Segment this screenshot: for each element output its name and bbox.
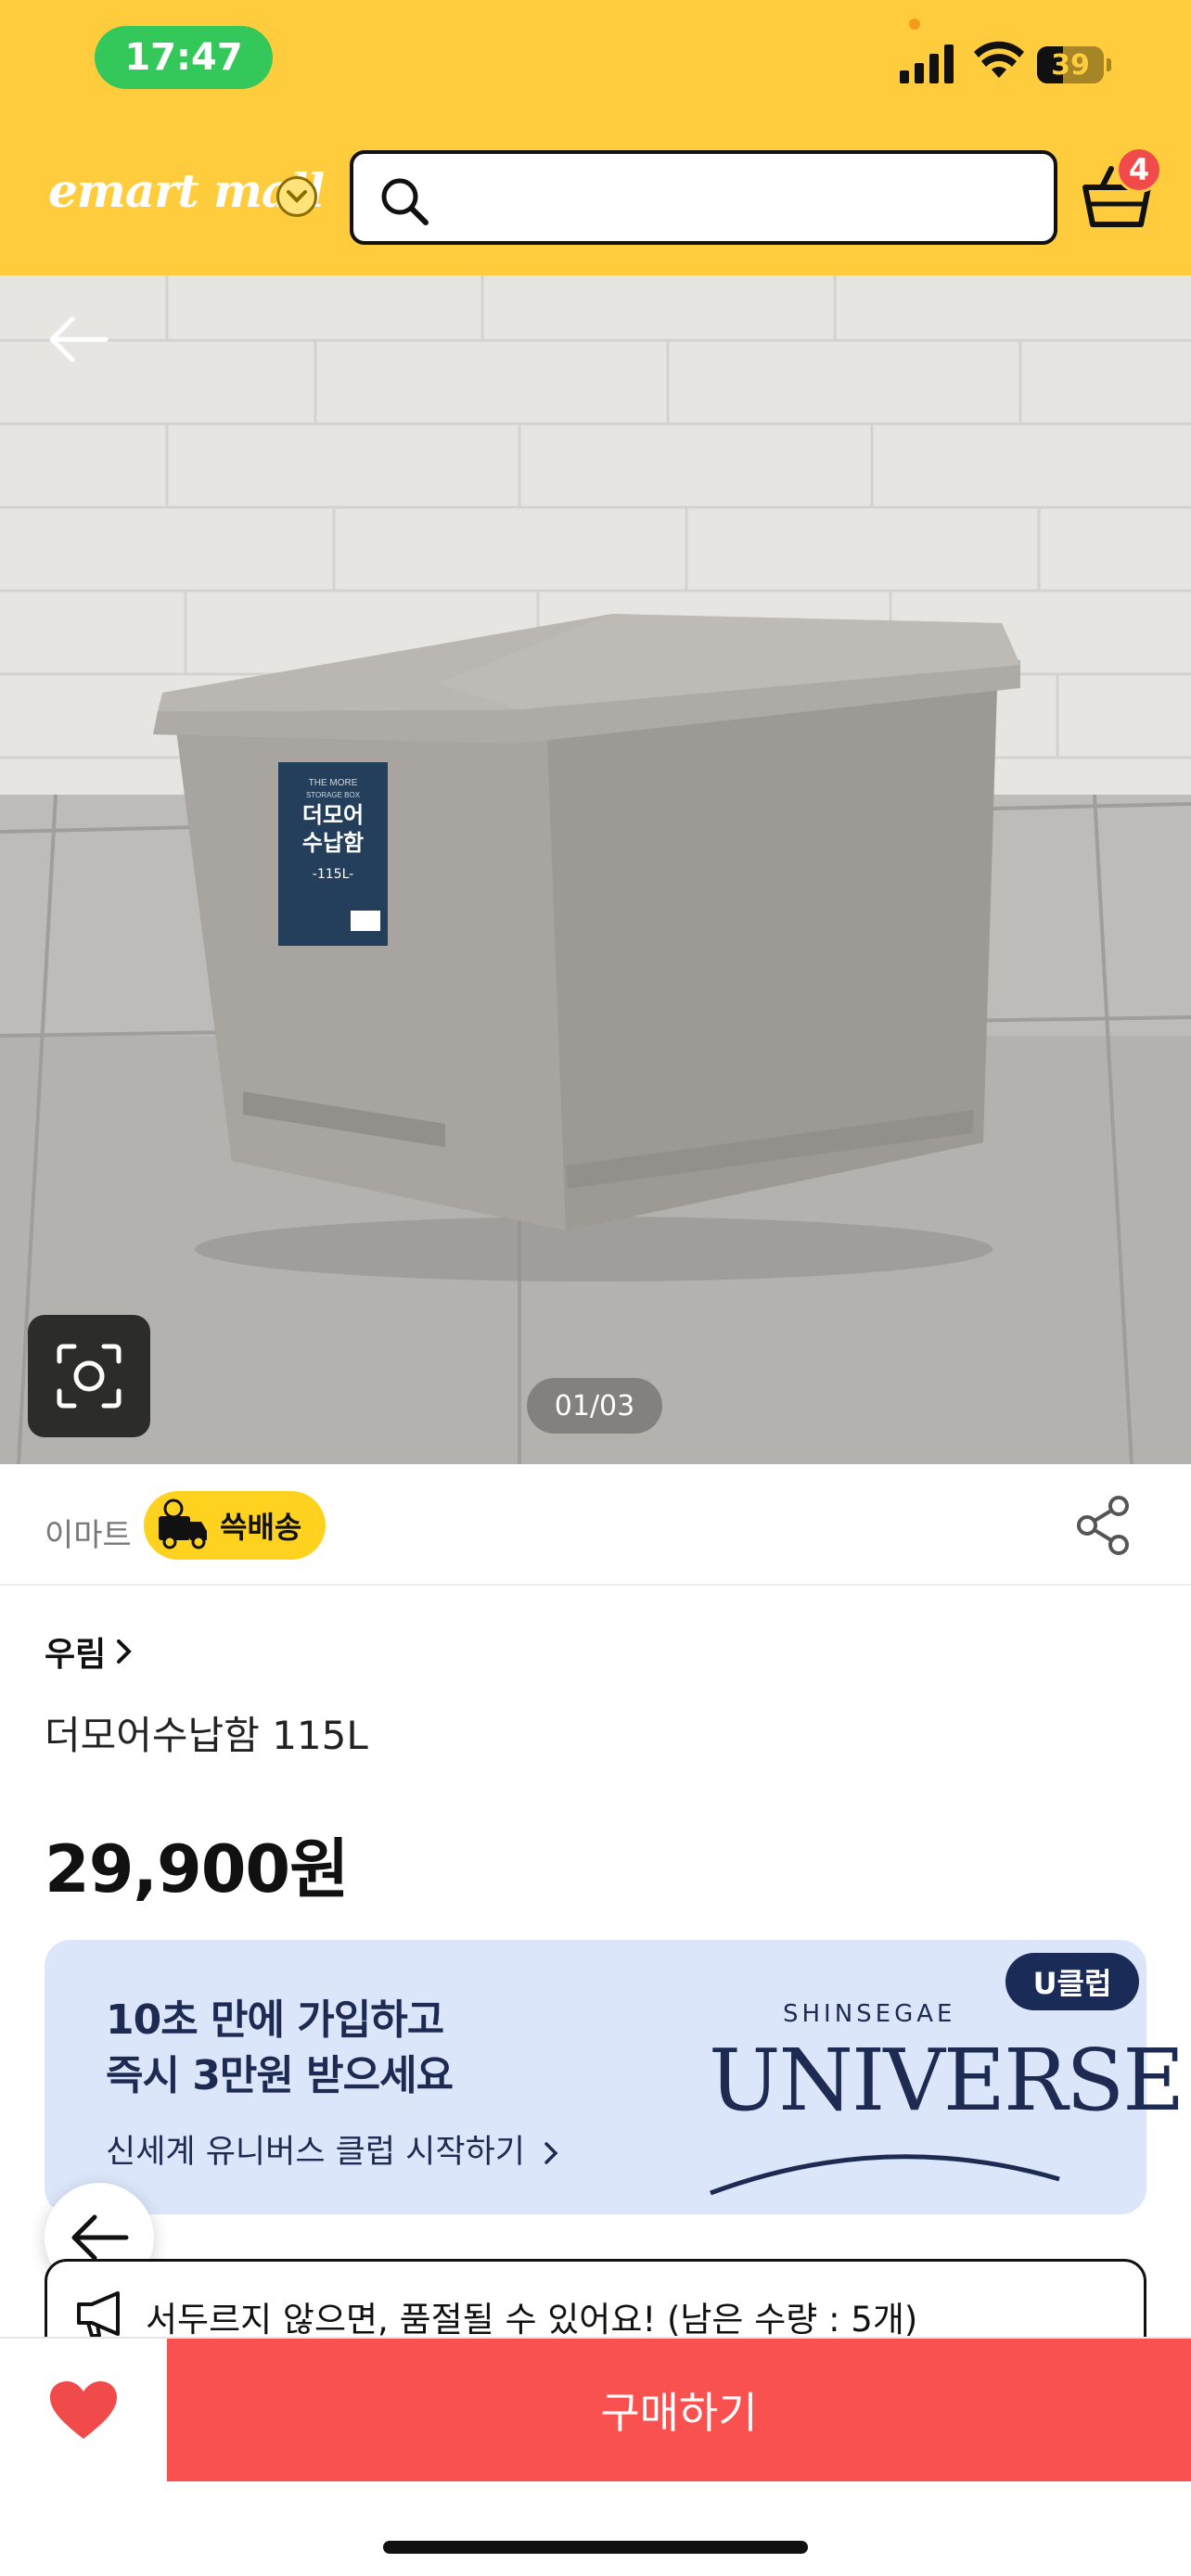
battery-icon: 39: [1037, 46, 1111, 83]
uclub-badge: U클럽: [1005, 1953, 1139, 2010]
box-label-title1: 더모어: [302, 802, 364, 828]
chevron-right-icon: [117, 1639, 133, 1664]
universe-club-banner[interactable]: 10초 만에 가입하고 즉시 3만원 받으세요 신세계 유니버스 클럽 시작하기…: [45, 1940, 1185, 2214]
delivery-badge-label: 쓱배송: [220, 1510, 302, 1545]
wifi-icon: [974, 41, 1024, 78]
product-image[interactable]: THE MORE STORAGE BOX 더모어 수납함 -115L-: [0, 275, 1191, 1464]
heart-icon: [50, 2381, 117, 2439]
cart-count-badge: 4: [1116, 147, 1162, 193]
search-icon: [381, 178, 429, 225]
brand-name: 우림: [45, 1636, 107, 1674]
image-search-button[interactable]: [28, 1315, 150, 1437]
megaphone-icon: [77, 2291, 120, 2338]
delivery-truck-icon: [159, 1498, 207, 1549]
status-bar: 17:47 39: [0, 0, 1191, 121]
purchase-bar: 구매하기: [0, 2337, 1191, 2481]
privacy-indicator-dot: [909, 19, 920, 30]
promo-link-label: 신세계 유니버스 클럽 시작하기: [106, 2134, 525, 2171]
universe-swoosh: [710, 2154, 1060, 2196]
box-label-line1: THE MORE: [309, 778, 358, 788]
cellular-signal-icon: [900, 45, 954, 83]
box-label-line2: STORAGE BOX: [306, 791, 361, 799]
back-arrow-icon: [71, 2214, 129, 2261]
back-arrow-icon[interactable]: [45, 306, 111, 373]
battery-level: 39: [1051, 48, 1090, 82]
seller-name: 이마트: [45, 1517, 132, 1554]
universe-wordmark: UNIVERSE: [709, 2031, 1185, 2130]
product-title: 더모어수납함 115L: [45, 1713, 368, 1758]
top-header-area: 17:47 39 emart mall 4: [0, 0, 1191, 275]
image-counter: 01/03: [527, 1378, 662, 1434]
wishlist-button[interactable]: [0, 2339, 167, 2481]
storage-box-photo: THE MORE STORAGE BOX 더모어 수납함 -115L-: [0, 275, 1191, 1464]
buy-button[interactable]: 구매하기: [167, 2339, 1191, 2481]
promo-link[interactable]: 신세계 유니버스 클럽 시작하기: [106, 2125, 559, 2173]
search-input[interactable]: [350, 150, 1057, 245]
chevron-down-icon[interactable]: [276, 176, 317, 217]
box-label-size: -115L-: [313, 867, 353, 882]
delivery-badge: 쓱배송: [144, 1491, 326, 1560]
box-label-title2: 수납함: [302, 830, 364, 856]
shinsegae-wordmark: SHINSEGAE: [783, 2000, 956, 2028]
stock-notice-text: 서두르지 않으면, 품절될 수 있어요! (남은 수량 : 5개): [146, 2300, 918, 2340]
lens-icon: [57, 1344, 122, 1409]
app-header: emart mall 4: [0, 139, 1191, 250]
home-indicator: [383, 2541, 808, 2554]
promo-headline-2: 즉시 3만원 받으세요: [106, 2052, 454, 2099]
seller-row: 이마트 쓱배송: [0, 1465, 1191, 1586]
promo-headline-1: 10초 만에 가입하고: [106, 1996, 444, 2044]
brand-link[interactable]: 우림: [45, 1627, 134, 1676]
status-time: 17:47: [95, 26, 273, 89]
product-price: 29,900원: [45, 1831, 350, 1907]
chevron-right-icon: [544, 2142, 558, 2164]
share-icon[interactable]: [1072, 1493, 1135, 1558]
